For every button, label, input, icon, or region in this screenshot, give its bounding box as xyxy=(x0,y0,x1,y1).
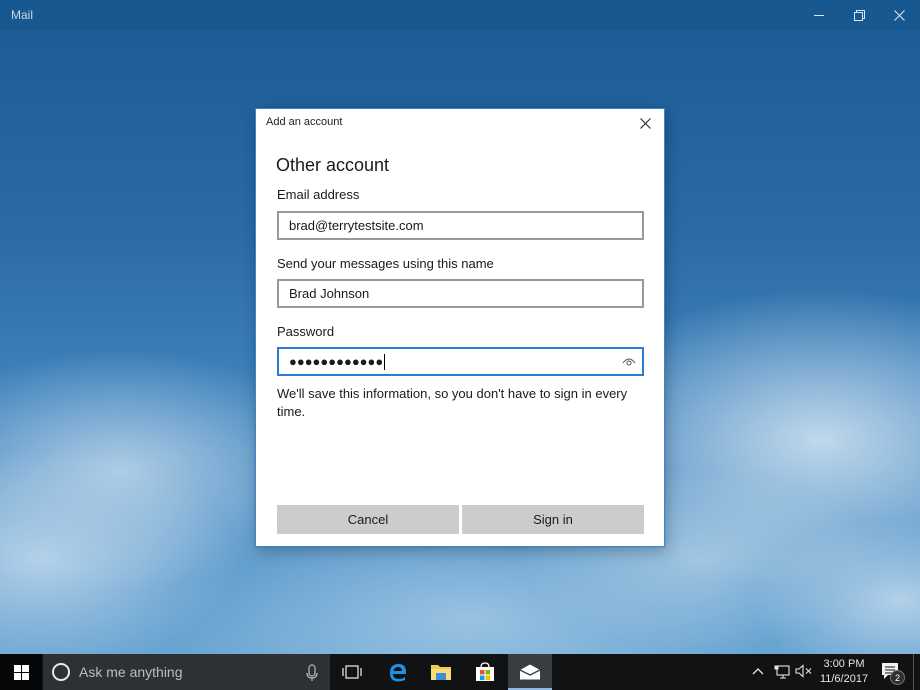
task-view-icon xyxy=(342,665,362,679)
dialog-close-button[interactable] xyxy=(634,113,656,133)
volume-muted-icon[interactable] xyxy=(795,664,813,678)
search-placeholder: Ask me anything xyxy=(79,664,183,680)
add-account-dialog: Add an account Other account Email addre… xyxy=(255,108,665,547)
taskbar: Ask me anything 3:00 PM 11/6/2017 2 xyxy=(0,654,920,690)
display-name-field[interactable]: Brad Johnson xyxy=(277,279,644,308)
eye-icon[interactable] xyxy=(621,354,637,368)
mail-taskbar-button[interactable] xyxy=(508,654,552,690)
clock-date: 11/6/2017 xyxy=(819,673,869,685)
dialog-title: Add an account xyxy=(266,116,343,128)
restore-icon xyxy=(854,10,865,21)
edge-icon xyxy=(390,664,406,682)
minimize-icon xyxy=(814,14,824,16)
display-name-value: Brad Johnson xyxy=(289,286,370,301)
store-button[interactable] xyxy=(463,654,507,690)
windows-logo-icon xyxy=(13,664,29,680)
cortana-icon xyxy=(52,663,70,681)
notification-count-badge: 2 xyxy=(890,670,905,685)
dialog-heading: Other account xyxy=(276,155,390,175)
password-label: Password xyxy=(277,324,335,339)
file-explorer-button[interactable] xyxy=(419,654,463,690)
show-desktop-button[interactable] xyxy=(913,654,914,690)
mail-icon xyxy=(519,664,541,680)
close-icon xyxy=(893,9,905,21)
clock[interactable]: 3:00 PM 11/6/2017 xyxy=(817,657,871,687)
email-field[interactable]: brad@terrytestsite.com xyxy=(277,211,644,240)
task-view-button[interactable] xyxy=(330,654,374,690)
password-field[interactable]: ●●●●●●●●●●●● xyxy=(277,347,644,376)
sign-in-button[interactable]: Sign in xyxy=(462,505,644,534)
display-name-label: Send your messages using this name xyxy=(277,256,494,271)
cortana-search-box[interactable]: Ask me anything xyxy=(43,654,330,690)
text-caret xyxy=(384,353,386,370)
app-title: Mail xyxy=(11,8,34,22)
save-info-text: We'll save this information, so you don'… xyxy=(277,386,628,419)
chevron-up-icon xyxy=(752,668,764,675)
clock-time: 3:00 PM xyxy=(823,658,865,670)
folder-icon xyxy=(431,665,451,680)
email-label: Email address xyxy=(277,187,360,202)
app-titlebar: Mail xyxy=(0,0,920,30)
password-value: ●●●●●●●●●●●● xyxy=(289,354,384,369)
close-icon xyxy=(639,117,651,129)
show-hidden-icons-button[interactable] xyxy=(752,663,764,678)
start-button[interactable] xyxy=(0,654,42,690)
store-icon xyxy=(476,662,494,681)
edge-button[interactable] xyxy=(376,654,420,690)
email-value: brad@terrytestsite.com xyxy=(289,218,424,233)
close-window-button[interactable] xyxy=(876,0,920,30)
cancel-button[interactable]: Cancel xyxy=(277,505,459,534)
network-icon[interactable] xyxy=(774,665,790,679)
microphone-icon[interactable] xyxy=(305,664,319,682)
